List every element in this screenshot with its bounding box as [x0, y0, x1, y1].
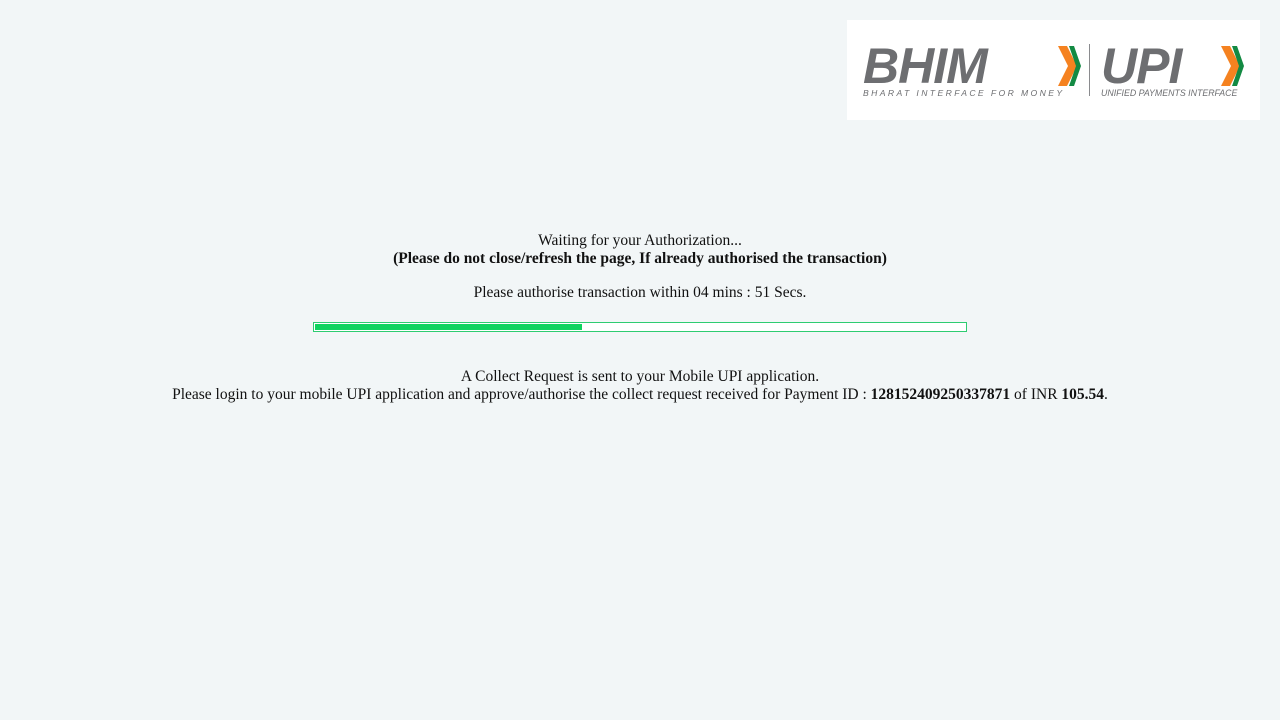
countdown-timer: Please authorise transaction within 04 m… — [0, 284, 1280, 302]
bhim-upi-logo-graphic: BHIM BHARAT INTERFACE FOR MONEY UPI UNIF… — [863, 38, 1244, 98]
bhim-upi-logo: BHIM BHARAT INTERFACE FOR MONEY UPI UNIF… — [847, 20, 1260, 120]
collect-request-instructions: Please login to your mobile UPI applicat… — [0, 386, 1280, 404]
do-not-refresh-warning: (Please do not close/refresh the page, I… — [393, 250, 887, 267]
upi-wordmark: UPI — [1101, 38, 1183, 94]
bhim-tagline: BHARAT INTERFACE FOR MONEY — [863, 88, 1065, 98]
payment-amount: 105.54 — [1061, 386, 1105, 403]
instructions-text: Please login to your mobile UPI applicat… — [172, 386, 867, 403]
timer-value: 04 mins : 51 Secs. — [693, 284, 807, 301]
instructions-period: . — [1104, 386, 1108, 403]
bhim-wordmark: BHIM — [863, 38, 989, 94]
waiting-message: Waiting for your Authorization... — [538, 232, 742, 249]
collect-request-sent-message: A Collect Request is sent to your Mobile… — [460, 368, 820, 385]
payment-id: 128152409250337871 — [870, 386, 1011, 403]
authorization-status: Waiting for your Authorization... (Pleas… — [0, 232, 1280, 268]
upi-tagline: UNIFIED PAYMENTS INTERFACE — [1101, 88, 1237, 98]
logo-divider — [1089, 44, 1090, 96]
currency-text: of INR — [1014, 386, 1058, 403]
countdown-progress-bar — [313, 322, 967, 332]
collect-request-info: A Collect Request is sent to your Mobile… — [0, 368, 1280, 404]
progress-fill — [315, 324, 582, 330]
timer-prefix: Please authorise transaction within — [473, 284, 690, 301]
